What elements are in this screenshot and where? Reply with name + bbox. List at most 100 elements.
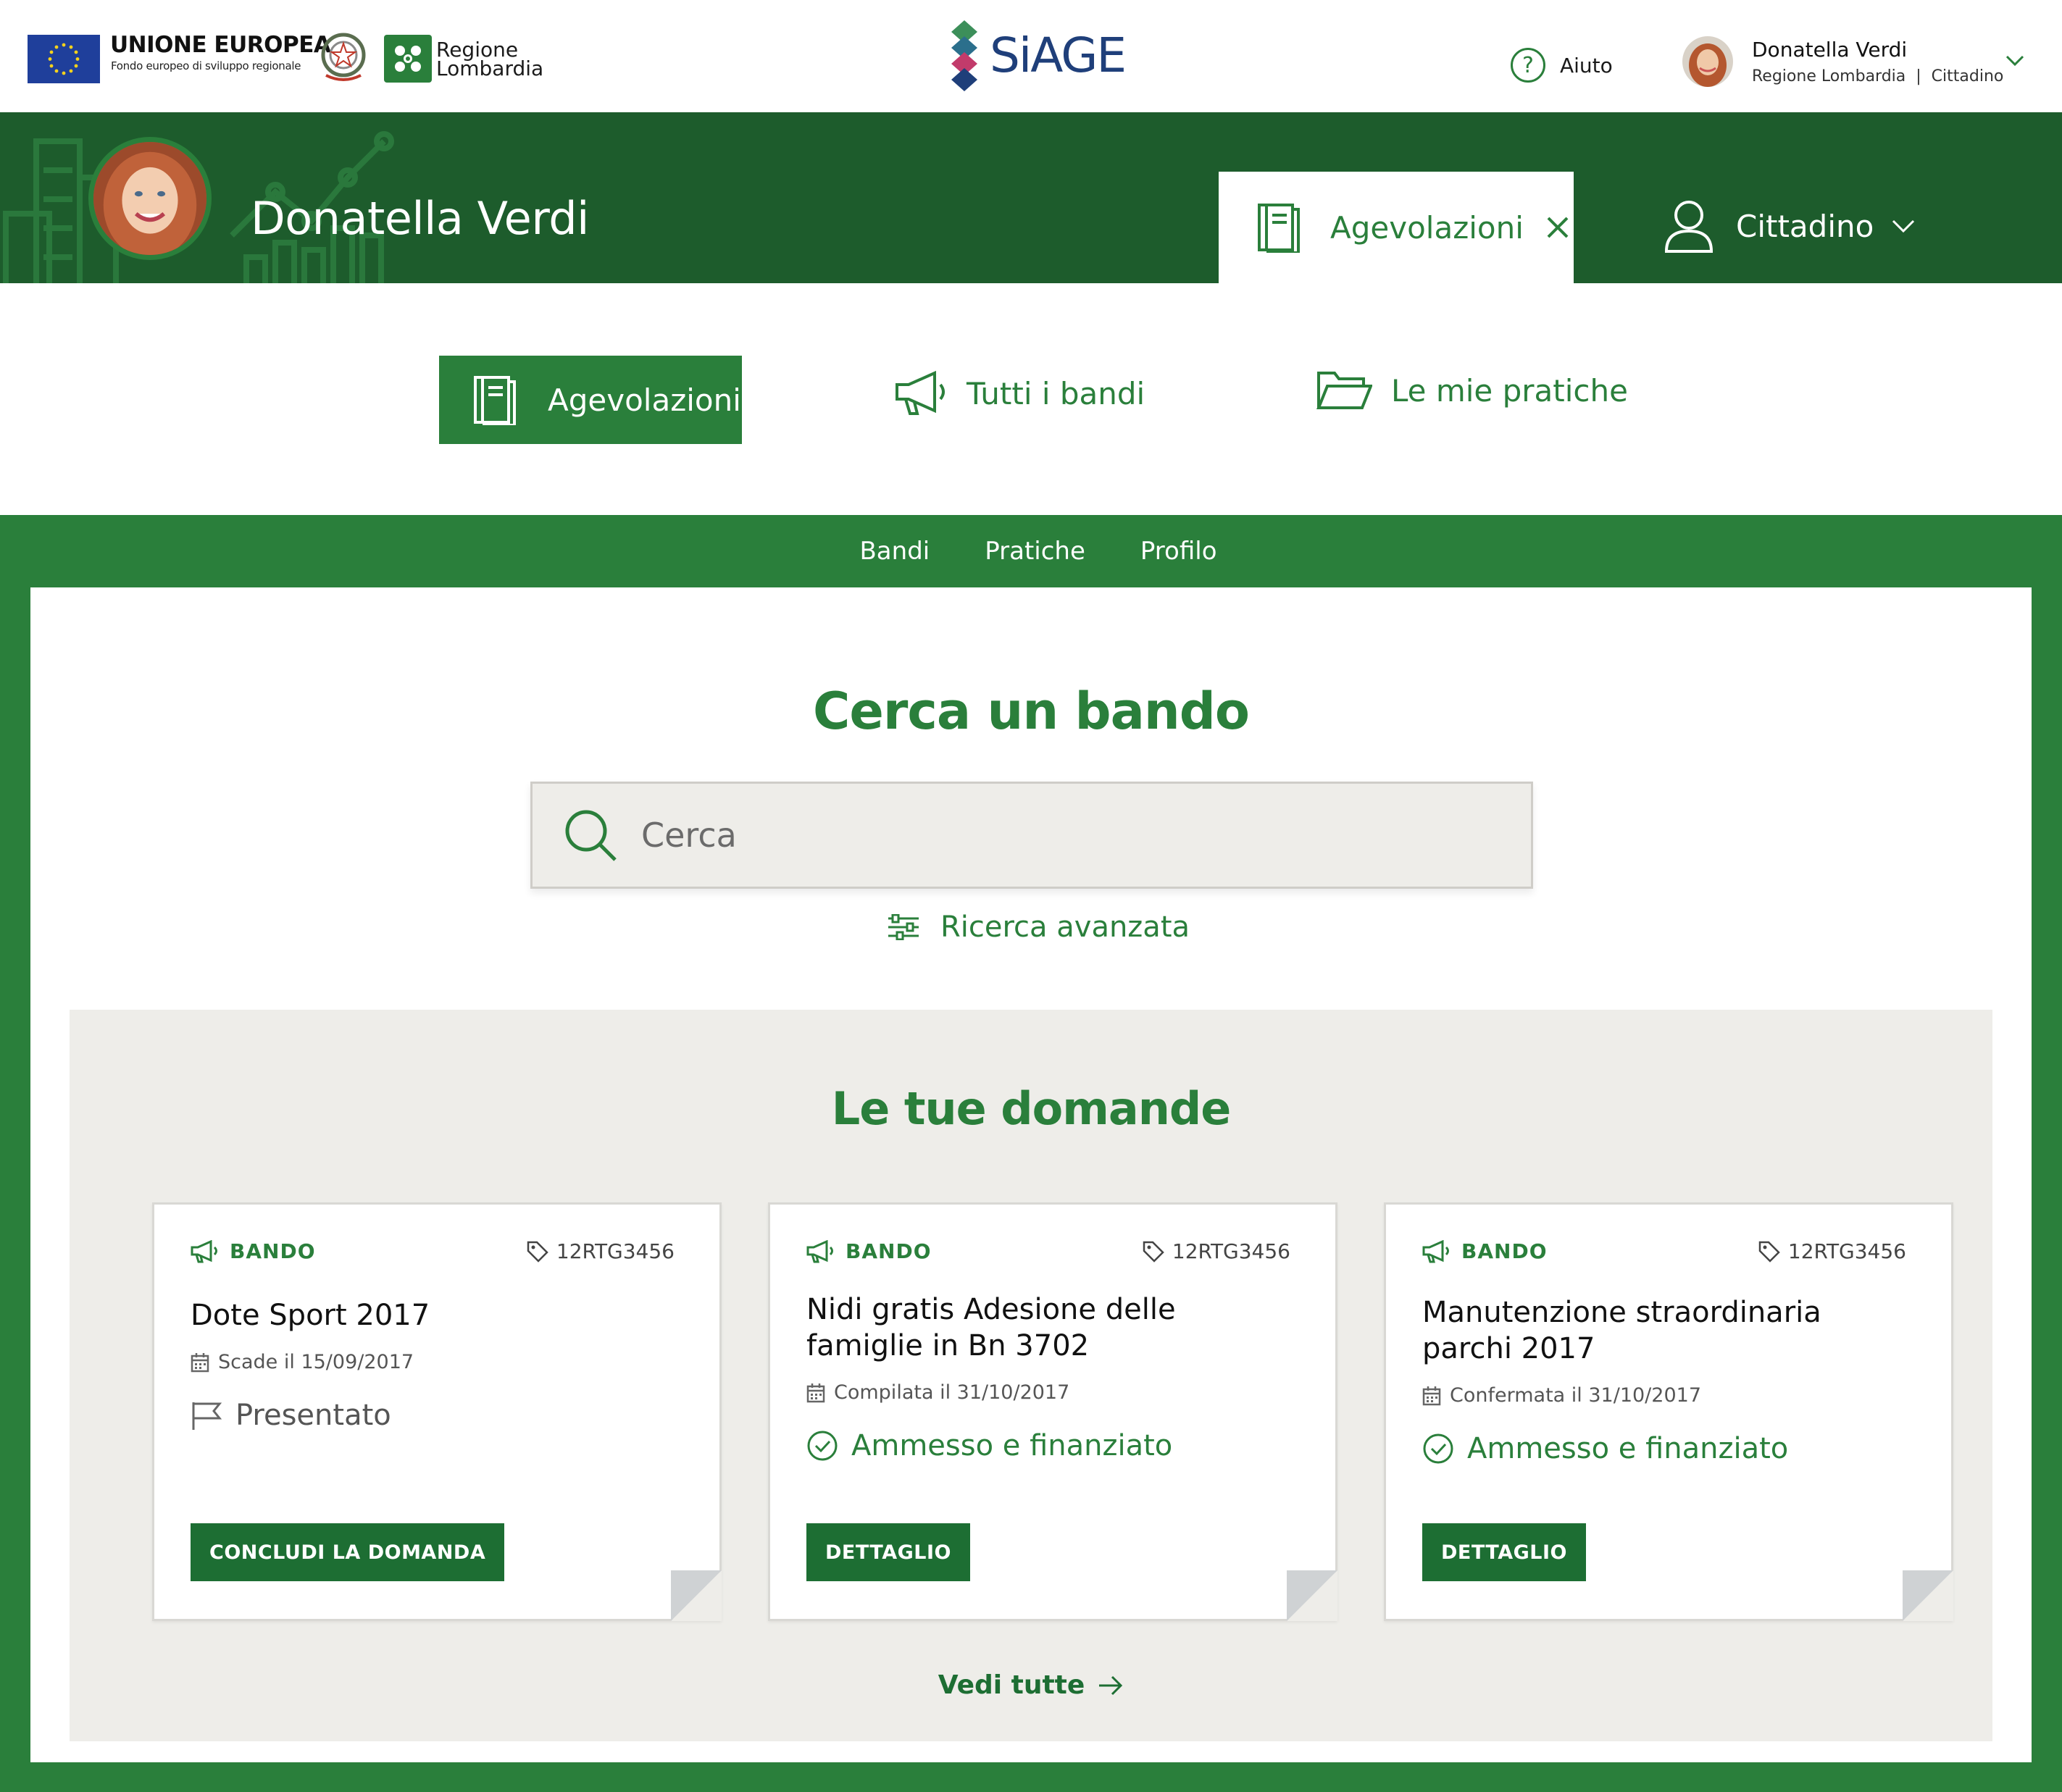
role-label: Cittadino bbox=[1736, 208, 1874, 244]
card-code-label: 12RTG3456 bbox=[1172, 1239, 1290, 1263]
applications-section: Le tue domande BANDO 12RTG3456 Dote Spor… bbox=[70, 1010, 1992, 1741]
card-header: BANDO 12RTG3456 bbox=[1422, 1239, 1906, 1263]
card-status-label: Presentato bbox=[235, 1399, 391, 1432]
card-header: BANDO 12RTG3456 bbox=[191, 1239, 675, 1263]
card-date: Confermata il 31/10/2017 bbox=[1422, 1384, 1701, 1407]
chevron-down-icon[interactable] bbox=[2004, 54, 2026, 68]
region-name-line2: Lombardia bbox=[436, 56, 544, 80]
card-status: Presentato bbox=[191, 1399, 391, 1432]
search-title: Cerca un bando bbox=[813, 682, 1250, 741]
see-all-link[interactable]: Vedi tutte bbox=[70, 1670, 1992, 1700]
subnav-profilo[interactable]: Profilo bbox=[1140, 537, 1217, 566]
role-selector[interactable]: Cittadino bbox=[1664, 199, 1916, 253]
user-org: Regione Lombardia bbox=[1752, 67, 1906, 85]
card-kind-label: BANDO bbox=[1461, 1239, 1548, 1263]
check-circle-icon bbox=[807, 1431, 838, 1461]
card-kind: BANDO bbox=[806, 1239, 932, 1263]
card-status-label: Ammesso e finanziato bbox=[1467, 1432, 1789, 1465]
card-date: Compilata il 31/10/2017 bbox=[806, 1381, 1069, 1404]
section-le-mie-pratiche-link[interactable]: Le mie pratiche bbox=[1316, 370, 1628, 411]
see-all-label: Vedi tutte bbox=[938, 1670, 1085, 1700]
advanced-search-link[interactable]: Ricerca avanzata bbox=[30, 910, 2032, 944]
profile-avatar bbox=[88, 137, 212, 260]
search-box[interactable] bbox=[530, 782, 1533, 889]
card-date-label: Scade il 15/09/2017 bbox=[218, 1351, 414, 1373]
page-fold-decoration bbox=[1287, 1570, 1337, 1621]
card-code-label: 12RTG3456 bbox=[1787, 1239, 1906, 1263]
regione-lombardia-name: Regione Lombardia bbox=[436, 40, 544, 80]
search-icon bbox=[565, 810, 617, 861]
top-bar: UNIONE EUROPEA Fondo europeo di sviluppo… bbox=[0, 0, 2062, 112]
detail-button[interactable]: DETTAGLIO bbox=[1422, 1523, 1586, 1581]
card-date-label: Confermata il 31/10/2017 bbox=[1450, 1384, 1701, 1407]
user-icon bbox=[1664, 201, 1714, 253]
search-input[interactable] bbox=[641, 816, 1438, 855]
card-code: 12RTG3456 bbox=[1758, 1239, 1906, 1263]
megaphone-icon bbox=[806, 1239, 833, 1263]
detail-button[interactable]: DETTAGLIO bbox=[806, 1523, 970, 1581]
main-frame: Bandi Pratiche Profilo Cerca un bando Ri… bbox=[0, 515, 2062, 1792]
separator: | bbox=[1911, 67, 1927, 85]
card-title: Manutenzione straordinaria parchi 2017 bbox=[1422, 1296, 1821, 1365]
profile-name: Donatella Verdi bbox=[251, 192, 589, 245]
card-code-label: 12RTG3456 bbox=[556, 1239, 675, 1263]
book-icon bbox=[474, 376, 516, 425]
profile-band: Donatella Verdi Agevolazioni Cittadino bbox=[0, 112, 2062, 283]
section-nav: Agevolazioni Tutti i bandi Le mie pratic… bbox=[0, 283, 2062, 515]
megaphone-icon bbox=[191, 1239, 217, 1263]
arrow-right-icon bbox=[1099, 1675, 1123, 1695]
subnav-bandi[interactable]: Bandi bbox=[859, 537, 930, 566]
folder-open-icon bbox=[1316, 372, 1372, 409]
tab-agevolazioni-label: Agevolazioni bbox=[1330, 209, 1524, 246]
sliders-icon bbox=[888, 914, 919, 940]
regione-lombardia-logo-icon bbox=[384, 35, 432, 83]
section-agevolazioni-button[interactable]: Agevolazioni bbox=[439, 356, 742, 444]
subnav-pratiche[interactable]: Pratiche bbox=[985, 537, 1085, 566]
siage-logo-mark-icon[interactable] bbox=[948, 20, 981, 94]
user-org-role: Regione Lombardia | Cittadino bbox=[1752, 67, 2003, 85]
application-card: BANDO 12RTG3456 Manutenzione straordinar… bbox=[1384, 1202, 1953, 1621]
chevron-down-icon bbox=[1892, 219, 1915, 233]
applications-title: Le tue domande bbox=[831, 1082, 1232, 1135]
eu-flag-icon bbox=[28, 35, 100, 83]
advanced-search-label: Ricerca avanzata bbox=[940, 910, 1190, 944]
section-tutti-i-bandi-link[interactable]: Tutti i bandi bbox=[894, 370, 1145, 416]
check-circle-icon bbox=[1423, 1433, 1453, 1464]
tag-icon bbox=[527, 1241, 548, 1263]
italian-republic-emblem-icon bbox=[319, 30, 368, 85]
card-kind: BANDO bbox=[1422, 1239, 1548, 1263]
card-date: Scade il 15/09/2017 bbox=[191, 1351, 414, 1373]
card-date-label: Compilata il 31/10/2017 bbox=[834, 1381, 1070, 1404]
help-link[interactable]: ? Aiuto bbox=[1511, 48, 1613, 83]
section-tutti-i-bandi-label: Tutti i bandi bbox=[967, 375, 1145, 411]
calendar-icon bbox=[1422, 1386, 1441, 1405]
card-kind: BANDO bbox=[191, 1239, 316, 1263]
section-agevolazioni-label: Agevolazioni bbox=[548, 382, 741, 418]
eu-title: UNIONE EUROPEA bbox=[110, 32, 331, 58]
card-status-label: Ammesso e finanziato bbox=[851, 1429, 1173, 1462]
card-title: Dote Sport 2017 bbox=[191, 1299, 430, 1332]
flag-icon bbox=[192, 1402, 222, 1430]
conclude-application-button[interactable]: CONCLUDI LA DOMANDA bbox=[191, 1523, 505, 1581]
card-status: Ammesso e finanziato bbox=[1422, 1432, 1788, 1465]
card-header: BANDO 12RTG3456 bbox=[806, 1239, 1290, 1263]
megaphone-icon bbox=[896, 370, 945, 415]
sub-nav: Bandi Pratiche Profilo bbox=[0, 515, 2062, 587]
eu-subtitle: Fondo europeo di sviluppo regionale bbox=[111, 59, 301, 72]
calendar-icon bbox=[806, 1383, 825, 1402]
content-panel: Cerca un bando Ricerca avanzata Le tue d… bbox=[30, 587, 2032, 1762]
tab-agevolazioni[interactable]: Agevolazioni bbox=[1219, 172, 1574, 283]
application-card: BANDO 12RTG3456 Dote Sport 2017 Scade il… bbox=[152, 1202, 722, 1621]
tag-icon bbox=[1143, 1241, 1164, 1263]
calendar-icon bbox=[191, 1352, 209, 1372]
user-role: Cittadino bbox=[1931, 67, 2004, 85]
book-icon bbox=[1258, 204, 1300, 253]
application-card: BANDO 12RTG3456 Nidi gratis Adesione del… bbox=[768, 1202, 1337, 1621]
close-icon[interactable] bbox=[1545, 215, 1570, 240]
page-fold-decoration bbox=[671, 1570, 722, 1621]
app-name[interactable]: SiAGE bbox=[990, 28, 1127, 83]
section-le-mie-pratiche-label: Le mie pratiche bbox=[1391, 372, 1628, 409]
card-status: Ammesso e finanziato bbox=[806, 1429, 1172, 1462]
user-menu[interactable]: Donatella Verdi Regione Lombardia | Citt… bbox=[1682, 36, 2003, 87]
help-icon: ? bbox=[1511, 48, 1545, 83]
